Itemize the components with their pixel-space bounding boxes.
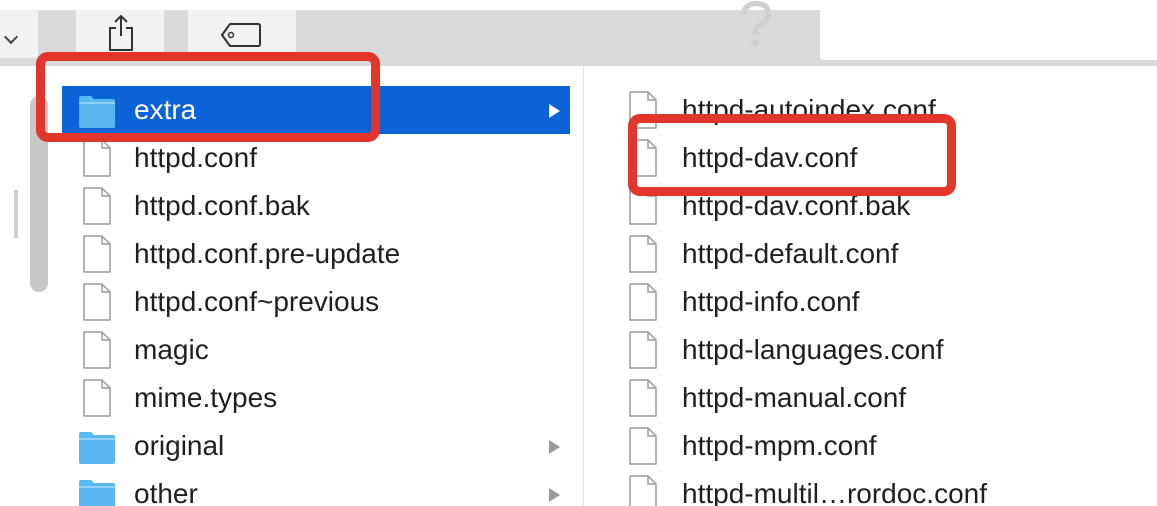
file-icon bbox=[624, 234, 662, 274]
item-label: httpd-languages.conf bbox=[682, 334, 944, 365]
file-icon bbox=[78, 186, 116, 226]
right-list-item[interactable]: httpd-default.conf bbox=[612, 230, 1157, 278]
left-list-item[interactable]: httpd.conf.pre-update bbox=[62, 230, 570, 278]
item-label: httpd.conf.pre-update bbox=[134, 238, 401, 269]
item-label: httpd-multil…rordoc.conf bbox=[682, 478, 988, 506]
right-list-item[interactable]: httpd-multil…rordoc.conf bbox=[612, 470, 1157, 506]
left-gutter-mark bbox=[14, 190, 18, 238]
search-area[interactable] bbox=[820, 10, 1157, 60]
disclosure-arrow-icon bbox=[549, 440, 560, 454]
tag-icon bbox=[221, 23, 261, 47]
left-list-item[interactable]: httpd.conf~previous bbox=[62, 278, 570, 326]
tags-button[interactable] bbox=[188, 10, 296, 58]
item-label: httpd-info.conf bbox=[682, 286, 860, 317]
right-list-item[interactable]: httpd-languages.conf bbox=[612, 326, 1157, 374]
item-label: httpd.conf bbox=[134, 142, 257, 173]
annotation-box-extra bbox=[36, 52, 380, 142]
share-icon bbox=[109, 14, 133, 51]
folder-icon bbox=[78, 426, 116, 466]
left-list-item[interactable]: mime.types bbox=[62, 374, 570, 422]
view-options-button[interactable] bbox=[0, 10, 38, 58]
right-list-item[interactable]: httpd-manual.conf bbox=[612, 374, 1157, 422]
left-list-item[interactable]: other bbox=[62, 470, 570, 506]
item-label: httpd.conf.bak bbox=[134, 190, 310, 221]
chevron-down-icon bbox=[3, 29, 19, 45]
folder-icon bbox=[78, 474, 116, 506]
left-scroll-track bbox=[0, 66, 20, 506]
disclosure-arrow-icon bbox=[549, 488, 560, 502]
help-icon: ? bbox=[738, 0, 774, 60]
file-icon bbox=[78, 330, 116, 370]
column-divider[interactable] bbox=[583, 66, 584, 506]
file-icon bbox=[624, 378, 662, 418]
item-label: original bbox=[134, 430, 225, 461]
file-icon bbox=[78, 234, 116, 274]
item-label: httpd-mpm.conf bbox=[682, 430, 877, 461]
item-label: other bbox=[134, 478, 198, 506]
item-label: magic bbox=[134, 334, 209, 365]
file-icon bbox=[624, 474, 662, 506]
item-label: httpd.conf~previous bbox=[134, 286, 380, 317]
toolbar-top-strip bbox=[0, 0, 1157, 10]
left-list-item[interactable]: httpd.conf.bak bbox=[62, 182, 570, 230]
item-label: httpd-default.conf bbox=[682, 238, 899, 269]
file-icon bbox=[624, 330, 662, 370]
left-list-item[interactable]: original bbox=[62, 422, 570, 470]
item-label: httpd-manual.conf bbox=[682, 382, 907, 413]
item-label: mime.types bbox=[134, 382, 278, 413]
file-icon bbox=[624, 426, 662, 466]
left-list-item[interactable]: magic bbox=[62, 326, 570, 374]
share-button[interactable] bbox=[76, 10, 164, 58]
disclosure-arrow-icon bbox=[549, 104, 560, 118]
file-icon bbox=[78, 138, 116, 178]
right-list-item[interactable]: httpd-info.conf bbox=[612, 278, 1157, 326]
file-icon bbox=[78, 282, 116, 322]
file-icon bbox=[624, 282, 662, 322]
annotation-box-httpd-dav bbox=[628, 114, 956, 196]
right-list-item[interactable]: httpd-mpm.conf bbox=[612, 422, 1157, 470]
file-icon bbox=[78, 378, 116, 418]
